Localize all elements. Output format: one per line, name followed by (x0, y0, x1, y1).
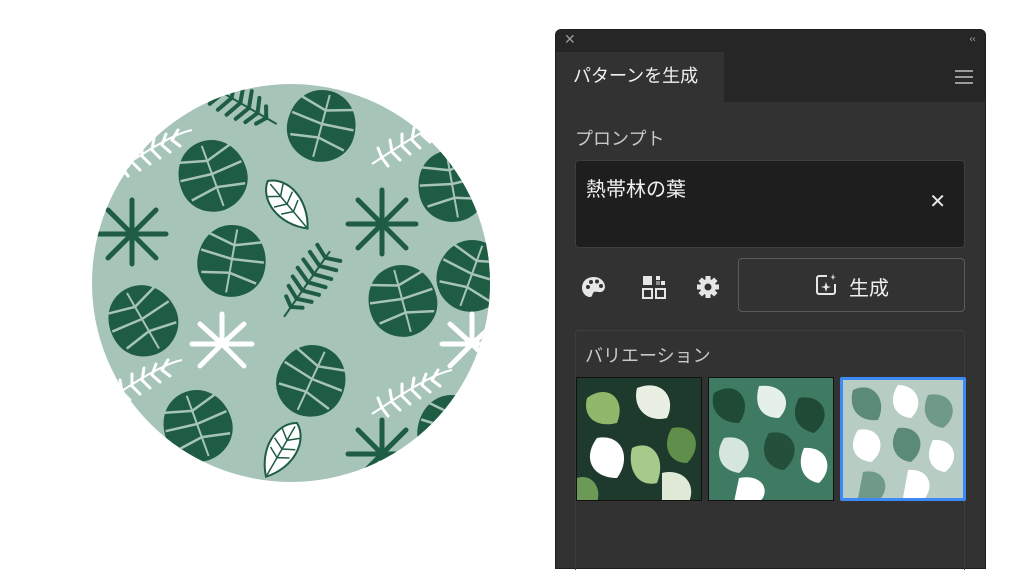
gear-icon[interactable] (694, 273, 722, 301)
generate-sparkle-icon (816, 274, 836, 295)
collapse-icon[interactable]: ‹‹ (969, 35, 976, 45)
variations-section: バリエーション (575, 330, 966, 570)
prompt-input[interactable]: 熱帯林の葉 ✕ (575, 160, 965, 248)
variation-thumbnail-1[interactable] (576, 377, 702, 501)
variation-thumbnail-2[interactable] (708, 377, 834, 501)
pattern-preview-circle[interactable] (92, 84, 490, 482)
clear-icon[interactable]: ✕ (929, 189, 946, 213)
close-icon[interactable]: ✕ (564, 33, 576, 47)
generate-button[interactable]: 生成 (738, 258, 965, 312)
panel-tabbar: パターンを生成 (556, 52, 985, 102)
menu-icon[interactable] (955, 70, 973, 84)
generate-pattern-panel: ✕ ‹‹ パターンを生成 プロンプト 熱帯林の葉 ✕ 生成 バリエーション (555, 29, 986, 570)
panel-titlebar: ✕ ‹‹ (556, 30, 985, 52)
pattern-grid-icon[interactable] (640, 273, 668, 301)
generate-label: 生成 (849, 276, 889, 300)
palette-icon[interactable] (580, 273, 608, 301)
tab-generate-pattern[interactable]: パターンを生成 (556, 52, 724, 102)
variation-thumbnail-3[interactable] (840, 377, 966, 501)
prompt-label: プロンプト (575, 129, 665, 150)
artboard-canvas (0, 0, 555, 559)
variations-label: バリエーション (585, 346, 711, 367)
tropical-leaf-pattern (92, 84, 490, 482)
prompt-text[interactable]: 熱帯林の葉 (586, 173, 686, 202)
